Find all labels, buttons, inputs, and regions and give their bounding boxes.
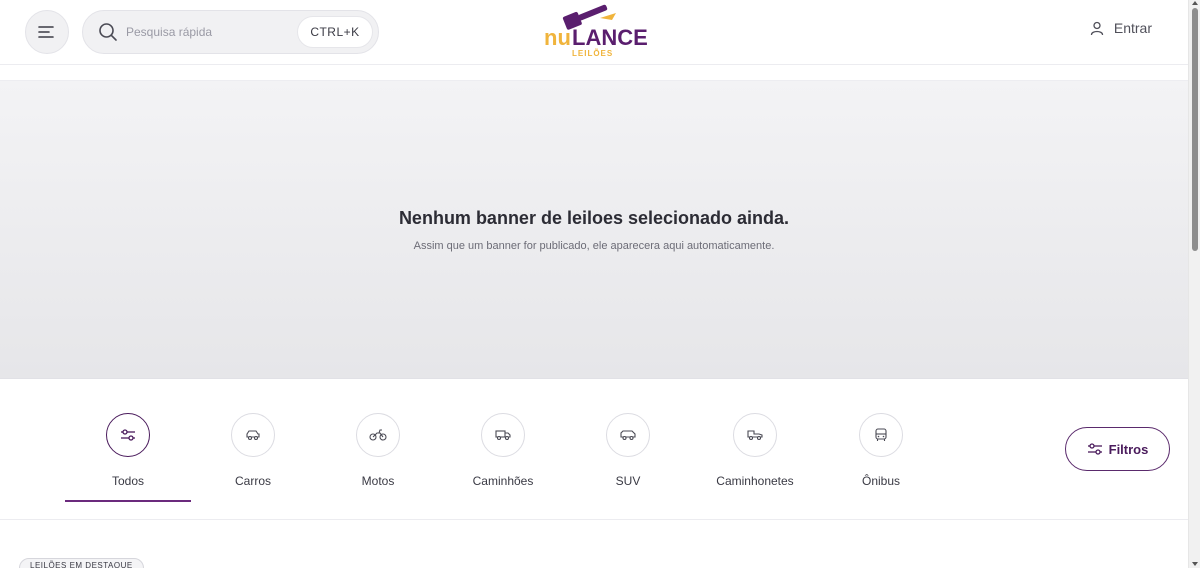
category-icon-circle [231,413,275,457]
category-motos[interactable]: Motos [315,413,441,488]
category-icon-circle [356,413,400,457]
car-icon [246,430,260,441]
svg-text:nu: nu [544,25,571,50]
category-caminhonetes[interactable]: Caminhonetes [692,413,818,488]
page: CTRL+K nu LANCE LEILÕES Entrar [0,0,1200,568]
featured-chip: LEILÕES EM DESTAQUE [19,558,144,568]
scroll-up-arrow-icon[interactable] [1192,1,1198,5]
scrollbar-thumb[interactable] [1192,8,1198,251]
login-label: Entrar [1113,20,1152,36]
category-label: Caminhonetes [716,474,794,488]
filters-button[interactable]: Filtros [1065,427,1170,471]
sliders-icon [121,429,135,441]
banner-title: Nenhum banner de leiloes selecionado ain… [398,208,790,228]
category-suv[interactable]: SUV [565,413,691,488]
category-icon-circle [733,413,777,457]
hamburger-icon [38,26,54,38]
top-header: CTRL+K nu LANCE LEILÕES Entrar [0,0,1188,65]
sliders-icon [1087,443,1102,455]
login-button[interactable]: Entrar [1090,20,1152,36]
truck-icon [495,430,511,441]
menu-button[interactable] [25,10,69,54]
search-icon [99,23,117,41]
svg-text:LANCE: LANCE [572,25,648,50]
category-icon-circle [106,413,150,457]
motorcycle-icon [369,429,387,441]
category-icon-circle [859,413,903,457]
suv-icon [620,430,636,441]
search-bar: CTRL+K [82,10,379,54]
category-label: Todos [111,474,145,488]
category-carros[interactable]: Carros [190,413,316,488]
filters-label: Filtros [1108,441,1149,457]
search-input[interactable] [126,22,286,42]
category-caminhoes[interactable]: Caminhões [440,413,566,488]
category-icon-circle [606,413,650,457]
svg-text:LEILÕES: LEILÕES [572,49,613,58]
category-onibus[interactable]: Ônibus [818,413,944,488]
category-bar: Todos Carros Motos Caminhões SUV Caminho… [0,380,1188,520]
category-label: SUV [615,474,641,488]
category-label: Caminhões [472,474,534,488]
pickup-icon [747,430,763,441]
category-label: Ônibus [861,474,901,488]
shortcut-hint[interactable]: CTRL+K [297,16,373,48]
active-tab-underline [65,500,191,502]
category-icon-circle [481,413,525,457]
nulance-logo-icon: nu LANCE LEILÕES [544,4,648,58]
brand-logo[interactable]: nu LANCE LEILÕES [542,4,648,58]
category-label: Carros [234,474,271,488]
vertical-scrollbar[interactable] [1188,0,1200,568]
banner-subtitle: Assim que um banner for publicado, ele a… [413,240,775,252]
hero-banner: Nenhum banner de leiloes selecionado ain… [0,80,1188,379]
user-icon [1090,21,1104,35]
category-label: Motos [361,474,395,488]
scroll-down-arrow-icon[interactable] [1192,562,1198,566]
bus-icon [875,428,887,441]
category-todos[interactable]: Todos [65,413,191,502]
